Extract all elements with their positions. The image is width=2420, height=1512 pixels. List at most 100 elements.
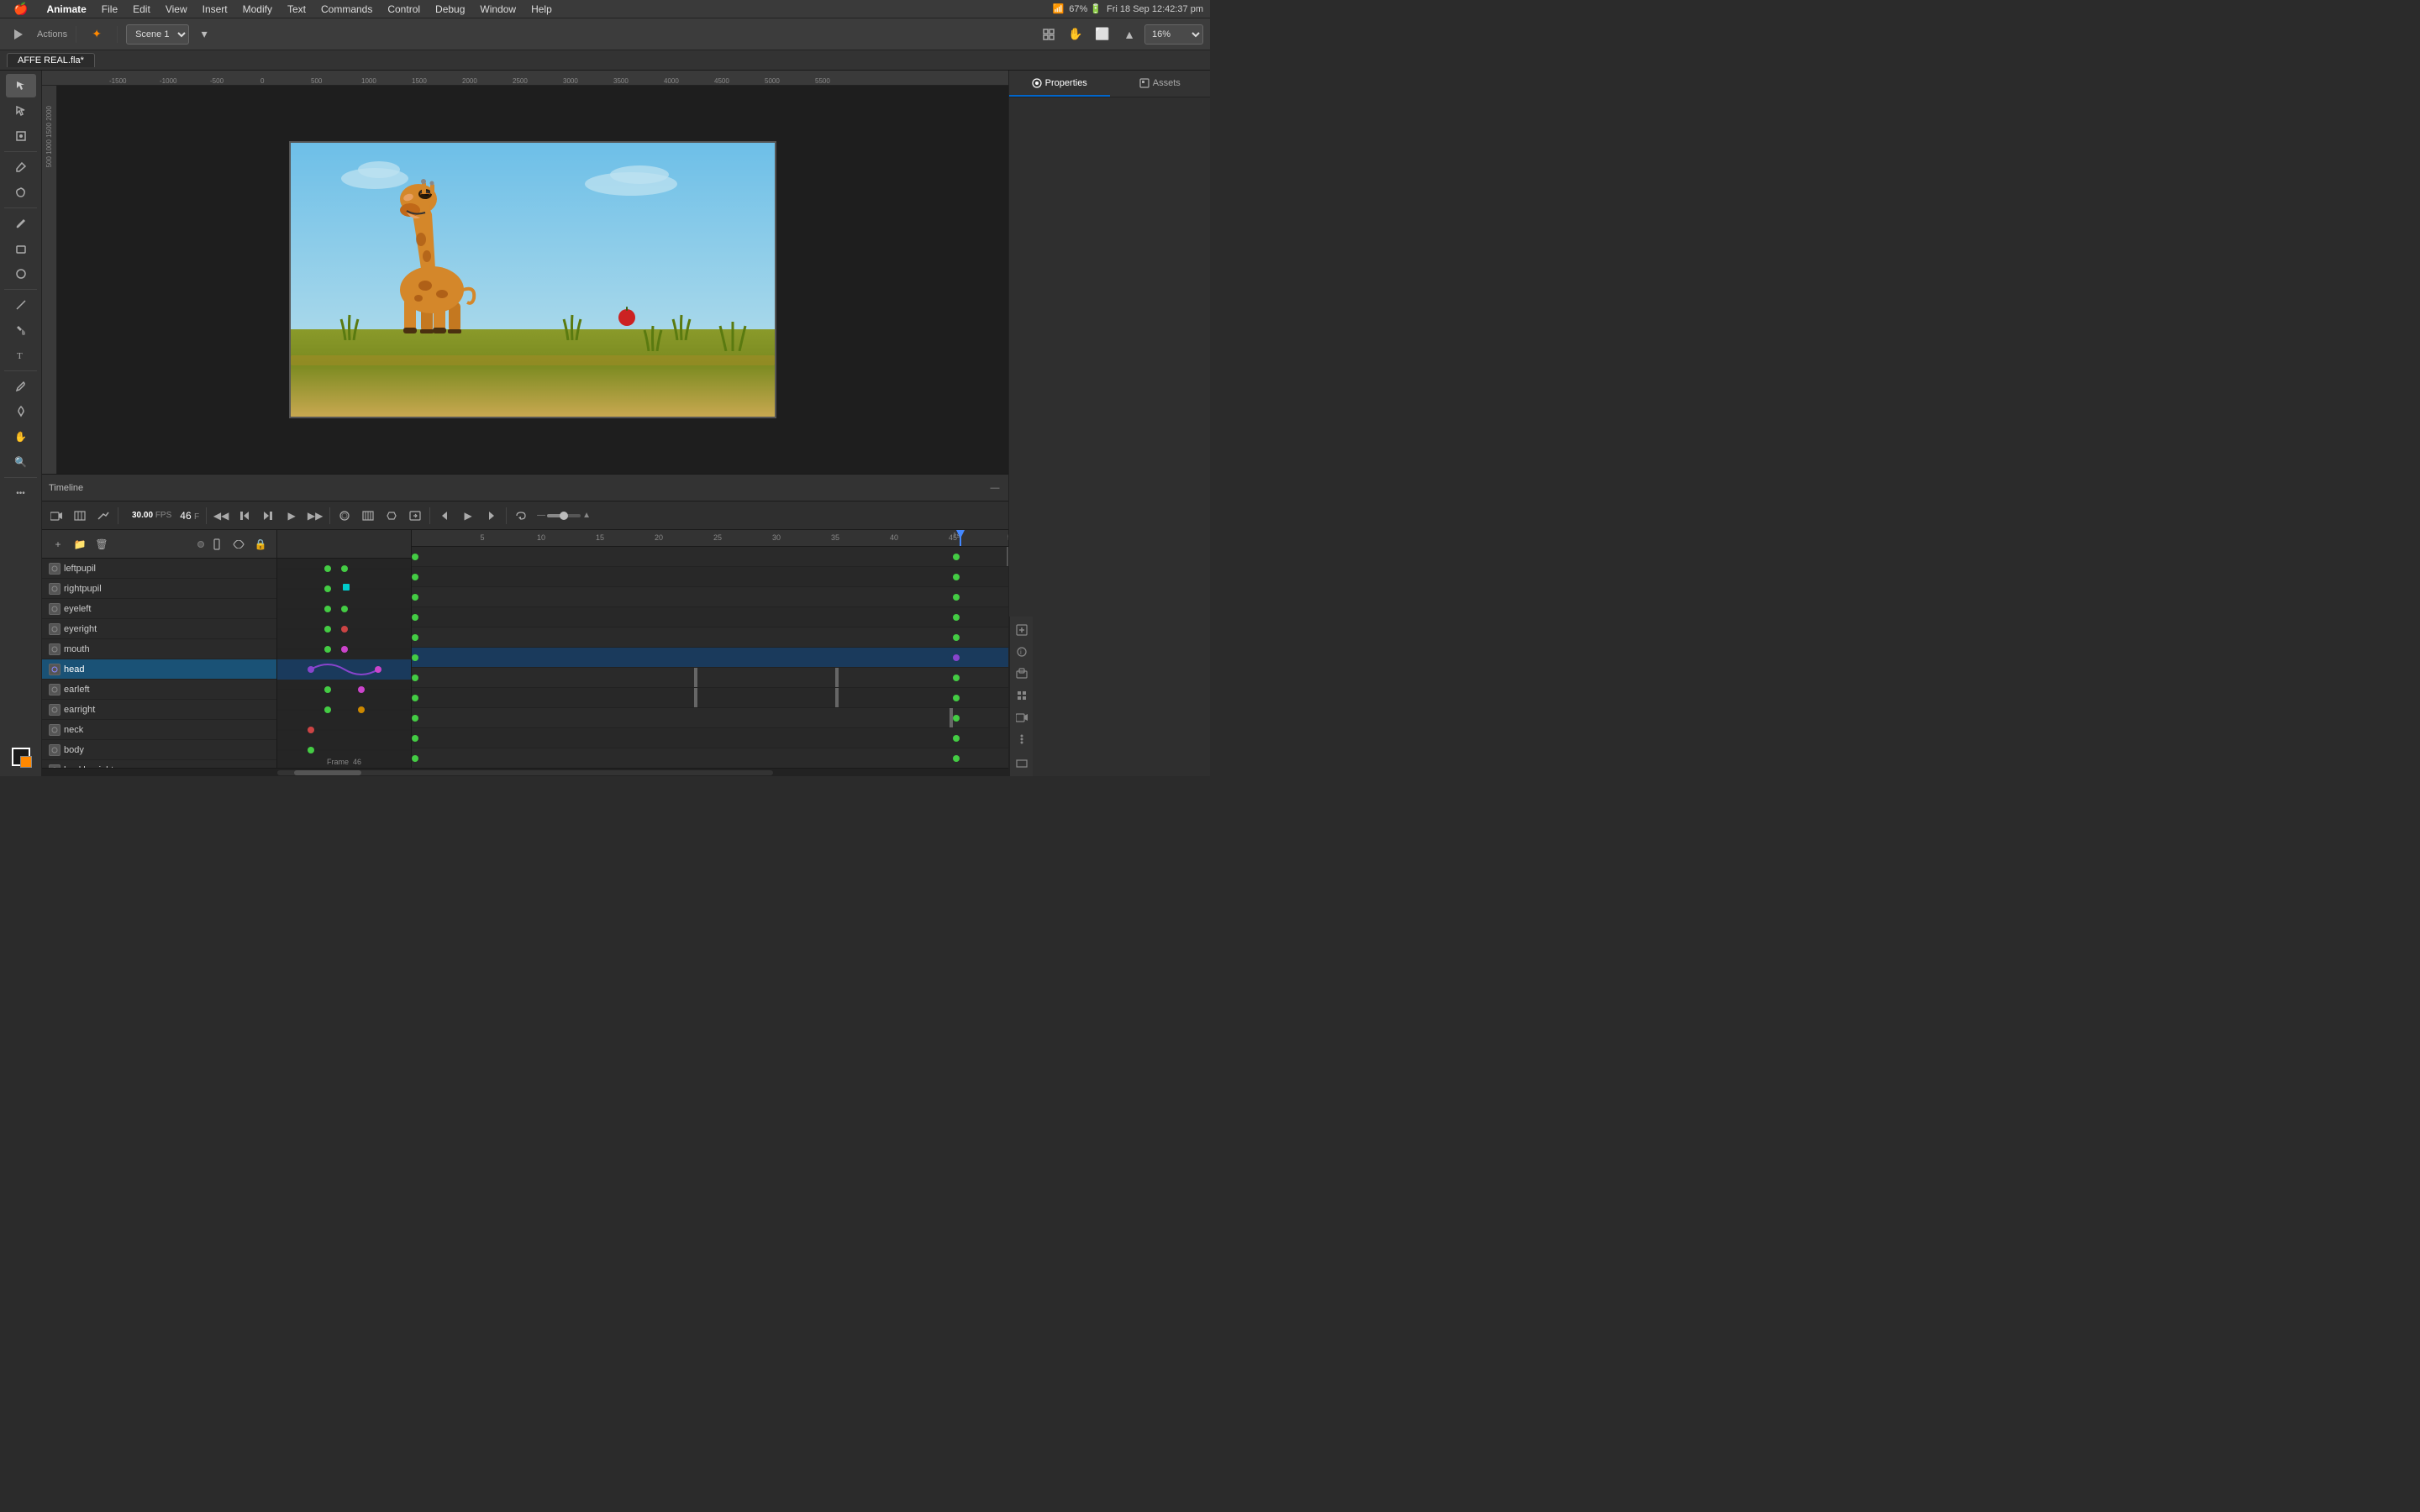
tl-play-btn[interactable]: ▶ (281, 505, 302, 527)
kf-earright-mid2 (835, 688, 839, 707)
tl-onion-skin-btn[interactable] (334, 505, 355, 527)
view-hand-btn[interactable]: ✋ (1064, 23, 1087, 46)
tab-assets[interactable]: Assets (1110, 71, 1211, 97)
right-tool-1[interactable] (1012, 620, 1032, 640)
tool-eraser[interactable] (6, 237, 36, 260)
tl-loop-btn[interactable]: ▶▶ (304, 505, 326, 527)
tool-pin[interactable] (6, 400, 36, 423)
right-tool-dots[interactable] (1012, 729, 1032, 749)
right-tool-3[interactable] (1012, 664, 1032, 684)
tl-graph-btn[interactable] (92, 505, 114, 527)
layer-row-head[interactable]: head (42, 659, 276, 680)
layer-row-mouth[interactable]: mouth (42, 639, 276, 659)
tl-frames-btn[interactable] (69, 505, 91, 527)
layer-delete-btn[interactable]: 🗑 (92, 535, 111, 554)
animate-icon[interactable]: ✦ (85, 23, 108, 46)
layer-row-eyeright[interactable]: eyeright (42, 619, 276, 639)
layer-row-rightpupil[interactable]: rightpupil (42, 579, 276, 599)
frame-label-25: 25 (713, 533, 722, 542)
playhead[interactable] (960, 530, 961, 547)
tl-multiframe-btn[interactable] (357, 505, 379, 527)
menu-insert[interactable]: Insert (196, 2, 234, 17)
menu-window[interactable]: Window (473, 2, 523, 17)
tool-pen[interactable] (6, 155, 36, 179)
menu-commands[interactable]: Commands (314, 2, 379, 17)
ruler-tick-14: 5000 (765, 77, 780, 85)
kf-mouth-0 (412, 634, 418, 641)
frame-label-35: 35 (831, 533, 839, 542)
tl-loop2-btn[interactable] (510, 505, 532, 527)
scrollbar-thumb[interactable] (294, 770, 361, 775)
right-tool-expand[interactable] (1012, 753, 1032, 773)
tl-settings-btn[interactable] (381, 505, 402, 527)
tool-lasso[interactable] (6, 181, 36, 204)
view-up-btn[interactable]: ▲ (1118, 23, 1141, 46)
menu-text[interactable]: Text (281, 2, 313, 17)
layer-lock-btn[interactable]: 🔒 (251, 535, 270, 554)
scene-selector[interactable]: Scene 1 (126, 24, 189, 45)
layer-row-earright[interactable]: earright (42, 700, 276, 720)
fill-swatch[interactable] (20, 756, 32, 768)
stroke-swatch[interactable] (12, 748, 30, 766)
apple-menu[interactable]: 🍎 (7, 0, 34, 18)
layer-row-leftpupil[interactable]: leftpupil (42, 559, 276, 579)
file-tab[interactable]: AFFE REAL.fla* (7, 53, 95, 67)
tool-text[interactable]: T (6, 344, 36, 367)
tl-forward-frame-btn[interactable] (481, 505, 502, 527)
scene-dropdown-btn[interactable]: ▾ (192, 23, 216, 46)
view-select-btn[interactable]: ⬜ (1091, 23, 1114, 46)
toolbar-action-btn[interactable] (7, 23, 30, 46)
layer-add-btn[interactable]: + (49, 535, 67, 554)
menu-edit[interactable]: Edit (126, 2, 157, 17)
menu-help[interactable]: Help (524, 2, 559, 17)
tool-hand[interactable]: ✋ (6, 425, 36, 449)
layer-row-earleft[interactable]: earleft (42, 680, 276, 700)
tool-brush[interactable] (6, 212, 36, 235)
menu-file[interactable]: File (95, 2, 124, 17)
tool-transform[interactable] (6, 124, 36, 148)
layer-options-btn[interactable] (208, 535, 226, 554)
speed-slider-thumb[interactable] (560, 512, 568, 520)
tl-skip-back-btn[interactable]: ◀◀ (210, 505, 232, 527)
speed-slider[interactable] (547, 514, 581, 517)
ruler-tick-8: 2000 (462, 77, 477, 85)
kf-earright-46 (953, 695, 960, 701)
timeline-collapse-btn[interactable]: — (988, 481, 1002, 495)
layer-row-neck[interactable]: neck (42, 720, 276, 740)
menu-debug[interactable]: Debug (429, 2, 471, 17)
zoom-selector[interactable]: 16% (1144, 24, 1203, 45)
tool-paintbucket[interactable] (6, 318, 36, 342)
tl-play2-btn[interactable]: ▶ (457, 505, 479, 527)
tl-back-frame-btn[interactable] (434, 505, 455, 527)
layer-row-backlegright[interactable]: backlegright (42, 760, 276, 768)
tool-more[interactable]: ••• (6, 481, 36, 505)
layer-folder-btn[interactable]: 📁 (71, 535, 89, 554)
right-tool-4[interactable] (1012, 685, 1032, 706)
tool-oval[interactable] (6, 262, 36, 286)
tl-frame-forward-btn[interactable] (257, 505, 279, 527)
tool-select[interactable] (6, 74, 36, 97)
frame-label-15: 15 (596, 533, 604, 542)
menu-control[interactable]: Control (381, 2, 427, 17)
tool-subselect[interactable] (6, 99, 36, 123)
layer-row-eyeleft[interactable]: eyeleft (42, 599, 276, 619)
right-tool-camera[interactable] (1012, 707, 1032, 727)
tl-export-btn[interactable] (404, 505, 426, 527)
tl-frame-back-btn[interactable] (234, 505, 255, 527)
kf-eyeleft-0 (412, 594, 418, 601)
speed-control: — ▲ (537, 511, 591, 520)
tool-line[interactable] (6, 293, 36, 317)
menu-animate[interactable]: Animate (39, 2, 92, 17)
tool-zoom[interactable]: 🔍 (6, 450, 36, 474)
layer-visibility-btn[interactable] (229, 535, 248, 554)
menu-modify[interactable]: Modify (236, 2, 279, 17)
view-grid-btn[interactable] (1037, 23, 1060, 46)
layer-icon-eyeleft (49, 603, 60, 615)
tool-eyedropper[interactable] (6, 375, 36, 398)
menu-view[interactable]: View (159, 2, 194, 17)
layer-row-body[interactable]: body (42, 740, 276, 760)
right-tool-2[interactable]: i (1012, 642, 1032, 662)
timeline-scrollbar[interactable] (42, 768, 1008, 776)
tl-camera-btn[interactable] (45, 505, 67, 527)
tab-properties[interactable]: Properties (1009, 71, 1110, 97)
